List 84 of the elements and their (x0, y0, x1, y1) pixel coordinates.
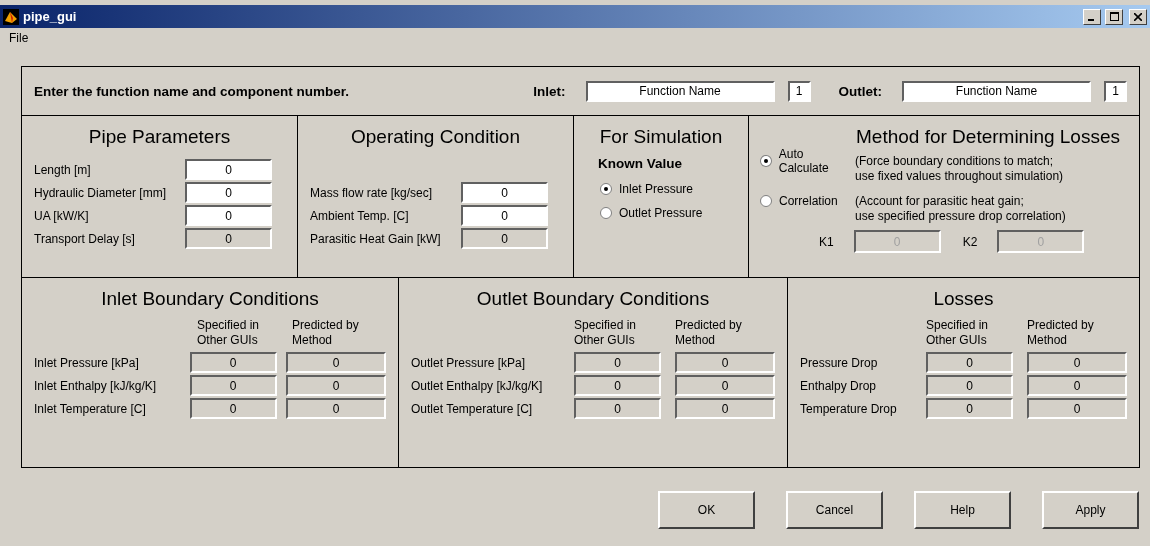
function-name-field[interactable]: Function Name (585, 80, 775, 102)
radio-label[interactable]: Inlet Pressure (619, 182, 694, 196)
section-title: Inlet Boundary Conditions (100, 288, 320, 310)
number-field[interactable]: 0 (461, 205, 548, 226)
number-field[interactable]: 0 (286, 375, 386, 396)
number-field[interactable]: 0 (189, 398, 277, 419)
field-label: Pressure Drop (800, 355, 879, 370)
number-field[interactable]: 0 (461, 228, 548, 249)
radio-label[interactable]: Correlation (779, 194, 838, 208)
maximize-icon[interactable] (1105, 8, 1123, 25)
number-field[interactable]: 0 (926, 352, 1013, 373)
port-label: Outlet: (838, 83, 882, 99)
component-number-field[interactable]: 1 (787, 80, 811, 102)
column-heading: Predicted by Method (1027, 318, 1095, 348)
radio-button[interactable] (760, 195, 772, 207)
section-title: For Simulation (598, 126, 724, 148)
number-field[interactable]: 0 (1027, 375, 1127, 396)
section-title: Method for Determining Losses (855, 126, 1121, 148)
field-label: Inlet Enthalpy [kJ/kg/K] (34, 378, 158, 393)
radio-label[interactable]: Auto Calculate (778, 147, 855, 175)
field-label: Outlet Temperature [C] (411, 401, 534, 416)
field-label: K2 (962, 234, 978, 249)
column-heading: Predicted by Method (291, 318, 360, 348)
section-title: Operating Condition (350, 126, 521, 148)
dialog-button[interactable]: Cancel (786, 491, 883, 529)
field-label: Temperature Drop (800, 401, 898, 416)
field-label: Enthalpy Drop (800, 378, 878, 393)
option-note: (Force boundary conditions to match; use fixed values throughout simulation) (855, 154, 1064, 184)
field-label: UA [kW/K] (34, 208, 90, 223)
field-label: Outlet Enthalpy [kJ/kg/K] (411, 378, 544, 393)
number-field[interactable]: 0 (185, 205, 272, 226)
field-label: Mass flow rate [kg/sec] (310, 185, 434, 200)
number-field[interactable]: 0 (926, 375, 1013, 396)
field-label: Inlet Temperature [C] (34, 401, 147, 416)
port-label: Inlet: (533, 83, 566, 99)
dialog-button[interactable]: Help (914, 491, 1011, 529)
field-label: Outlet Pressure [kPa] (411, 355, 527, 370)
section-title: Outlet Boundary Conditions (475, 288, 711, 310)
field-label: Ambient Temp. [C] (310, 208, 410, 223)
minimize-icon[interactable] (1083, 8, 1101, 25)
number-field[interactable]: 0 (574, 352, 661, 373)
number-field[interactable]: 0 (286, 352, 386, 373)
number-field[interactable]: 0 (286, 398, 386, 419)
option-note: (Account for parasitic heat gain; use specified pressure drop correlation) (855, 194, 1066, 224)
field-label: Transport Delay [s] (34, 231, 136, 246)
column-heading: Specified in Other GUIs (197, 318, 261, 348)
field-label: Length [m] (34, 162, 92, 177)
app-icon (3, 8, 19, 25)
column-heading: Specified in Other GUIs (574, 318, 638, 348)
number-field[interactable]: 0 (189, 375, 277, 396)
column-heading: Specified in Other GUIs (926, 318, 990, 348)
function-name-field[interactable]: Function Name (902, 80, 1091, 102)
section-title: Losses (932, 288, 995, 310)
menu-item[interactable]: File (6, 31, 32, 45)
component-number-field[interactable]: 1 (1104, 80, 1127, 102)
radio-label[interactable]: Outlet Pressure (619, 206, 703, 220)
field-label: Parasitic Heat Gain [kW] (310, 231, 442, 246)
field-label: Hydraulic Diameter [mm] (34, 185, 168, 200)
dialog-button[interactable]: OK (658, 491, 755, 529)
number-field[interactable]: 0 (185, 159, 272, 180)
column-heading: Predicted by Method (675, 318, 743, 348)
header-prompt: Enter the function name and component number. (34, 83, 350, 99)
number-field[interactable]: 0 (1027, 352, 1127, 373)
number-field[interactable]: 0 (675, 398, 775, 419)
window-title: pipe_gui (23, 9, 78, 24)
number-field[interactable]: 0 (926, 398, 1013, 419)
close-icon[interactable] (1129, 8, 1147, 25)
section-title: Pipe Parameters (87, 126, 232, 148)
number-field[interactable]: 0 (185, 182, 272, 203)
number-field[interactable]: 0 (675, 375, 775, 396)
group-label: Known Value (598, 156, 682, 171)
number-field[interactable]: 0 (1027, 398, 1127, 419)
field-label: K1 (819, 234, 834, 249)
radio-button[interactable] (600, 207, 612, 219)
dialog-button[interactable]: Apply (1042, 491, 1139, 529)
radio-button[interactable] (760, 155, 772, 167)
number-field[interactable]: 0 (189, 352, 277, 373)
field-label: Inlet Pressure [kPa] (34, 355, 140, 370)
number-field[interactable]: 0 (461, 182, 548, 203)
radio-button[interactable] (600, 183, 612, 195)
number-field[interactable]: 0 (675, 352, 775, 373)
number-field[interactable]: 0 (574, 375, 661, 396)
number-field[interactable]: 0 (574, 398, 661, 419)
number-field[interactable]: 0 (185, 228, 272, 249)
